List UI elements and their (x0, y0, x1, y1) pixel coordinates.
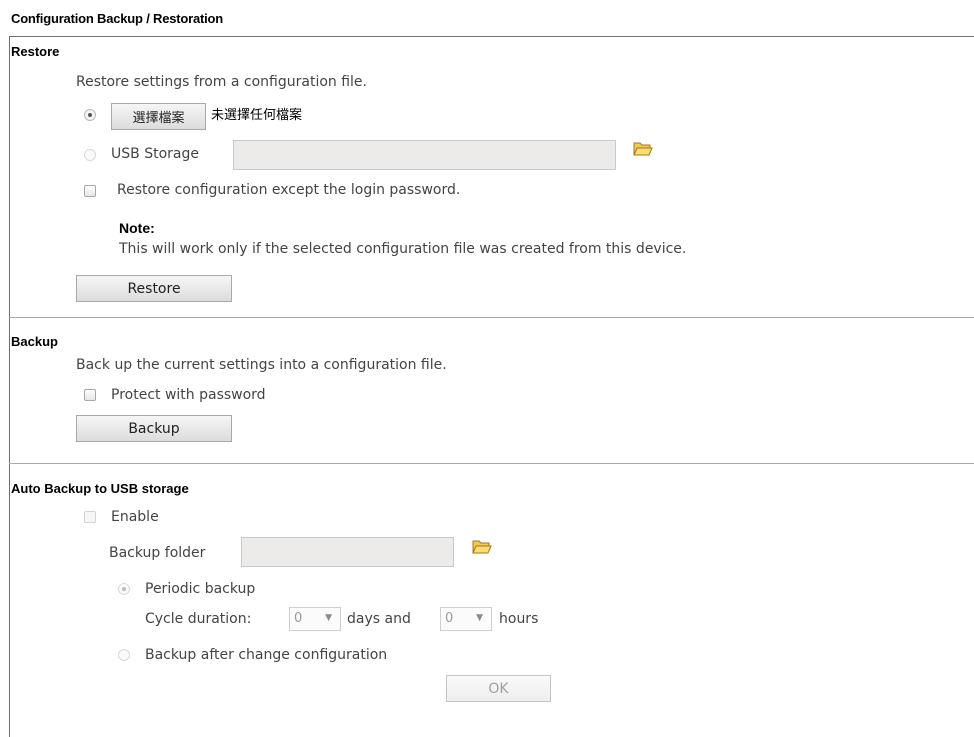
backup-description: Back up the current settings into a conf… (76, 357, 447, 373)
backup-folder-label: Backup folder (109, 545, 206, 561)
note-text: This will work only if the selected conf… (119, 241, 687, 257)
days-value: 0 (294, 611, 303, 626)
enable-label: Enable (111, 509, 159, 525)
section-divider (9, 317, 974, 318)
chevron-down-icon: ▼ (325, 613, 332, 623)
except-password-label: Restore configuration except the login p… (117, 182, 461, 198)
cycle-duration-label: Cycle duration: (145, 611, 252, 627)
usb-storage-input[interactable] (233, 140, 616, 170)
days-select[interactable]: 0 ▼ (289, 607, 341, 631)
page-title: Configuration Backup / Restoration (11, 11, 224, 26)
days-label: days and (347, 611, 411, 627)
no-file-text: 未選擇任何檔案 (211, 108, 303, 123)
note-label: Note: (119, 220, 155, 236)
folder-open-icon[interactable] (633, 140, 653, 156)
periodic-backup-radio[interactable] (118, 583, 130, 595)
periodic-backup-label: Periodic backup (145, 581, 256, 597)
protect-password-checkbox[interactable] (84, 389, 96, 401)
usb-storage-label: USB Storage (111, 146, 199, 162)
restore-section-title: Restore (11, 44, 60, 59)
auto-backup-section-title: Auto Backup to USB storage (11, 481, 189, 496)
after-change-radio[interactable] (118, 649, 130, 661)
after-change-label: Backup after change configuration (145, 647, 388, 663)
backup-button[interactable]: Backup (76, 415, 232, 442)
ok-button[interactable]: OK (446, 675, 551, 702)
except-password-checkbox[interactable] (84, 185, 96, 197)
section-divider (9, 463, 974, 464)
folder-open-icon[interactable] (472, 538, 492, 554)
chevron-down-icon: ▼ (476, 613, 483, 623)
restore-description: Restore settings from a configuration fi… (76, 74, 367, 90)
restore-file-radio[interactable] (84, 109, 96, 121)
enable-checkbox[interactable] (84, 511, 96, 523)
restore-button[interactable]: Restore (76, 275, 232, 302)
protect-password-label: Protect with password (111, 387, 266, 403)
hours-label: hours (499, 611, 539, 627)
backup-section-title: Backup (11, 334, 58, 349)
hours-select[interactable]: 0 ▼ (440, 607, 492, 631)
choose-file-button[interactable]: 選擇檔案 (111, 103, 206, 130)
hours-value: 0 (445, 611, 454, 626)
backup-folder-input[interactable] (241, 537, 454, 567)
usb-storage-radio[interactable] (84, 149, 96, 161)
